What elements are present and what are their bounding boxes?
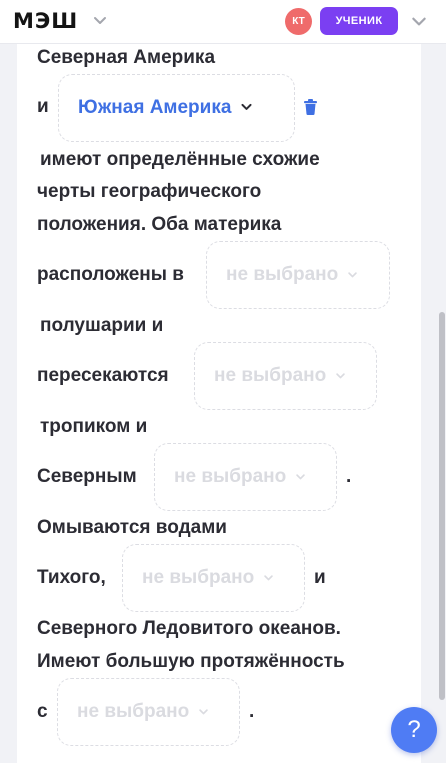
exercise-text: Северного Ледовитого океанов. [37,618,341,639]
exercise-text: положения. Оба материка [37,214,282,235]
answer-dropdown-2[interactable]: не выбрано [206,241,390,309]
answer-dropdown-3[interactable]: не выбрано [194,342,377,410]
exercise-text: Северная Америка [37,47,216,68]
app-logo[interactable]: МЭШ [13,9,78,33]
dropdown-placeholder: не выбрано [77,701,190,722]
chevron-down-icon[interactable] [92,12,108,33]
exercise-text: . [249,701,255,722]
dropdown-value: Южная Америка [78,97,232,118]
scrollbar-thumb[interactable] [439,312,445,700]
exercise-text: Имеют большую протяжённость [37,651,345,672]
exercise-text: полушарии и [40,315,164,336]
exercise-text: и [37,96,49,117]
exercise-text: черты географического [37,181,262,202]
exercise-text: и [314,567,326,588]
role-badge[interactable]: УЧЕНИК [320,7,398,35]
exercise-text: . [346,466,352,487]
exercise-text: с [37,701,48,722]
exercise-text: Омываются водами [37,517,227,538]
answer-dropdown-6[interactable]: не выбрано [57,678,240,746]
exercise-text: Северным [37,466,137,487]
exercise-text: тропиком и [40,416,148,437]
exercise-text: расположены в [37,264,184,285]
dropdown-placeholder: не выбрано [214,365,327,386]
exercise-text: пересекаются [37,365,169,386]
exercise-text: имеют определённые схожие [40,149,320,170]
chevron-down-icon [198,704,209,722]
chevron-down-icon [295,469,306,487]
help-button[interactable]: ? [391,707,437,753]
chevron-down-icon [335,368,346,386]
answer-dropdown-5[interactable]: не выбрано [122,544,305,612]
dropdown-placeholder: не выбрано [142,567,255,588]
dropdown-placeholder: не выбрано [174,466,287,487]
chevron-down-icon [347,267,358,285]
chevron-down-icon[interactable] [410,12,428,35]
chevron-down-icon [240,100,253,118]
avatar[interactable]: КТ [285,8,312,35]
dropdown-placeholder: не выбрано [226,264,339,285]
trash-icon[interactable] [304,99,317,120]
exercise-text: Тихого, [37,567,106,588]
chevron-down-icon [263,570,274,588]
answer-dropdown-1[interactable]: Южная Америка [58,74,295,142]
answer-dropdown-4[interactable]: не выбрано [154,443,337,511]
top-bar: МЭШ КТ УЧЕНИК [0,0,446,44]
